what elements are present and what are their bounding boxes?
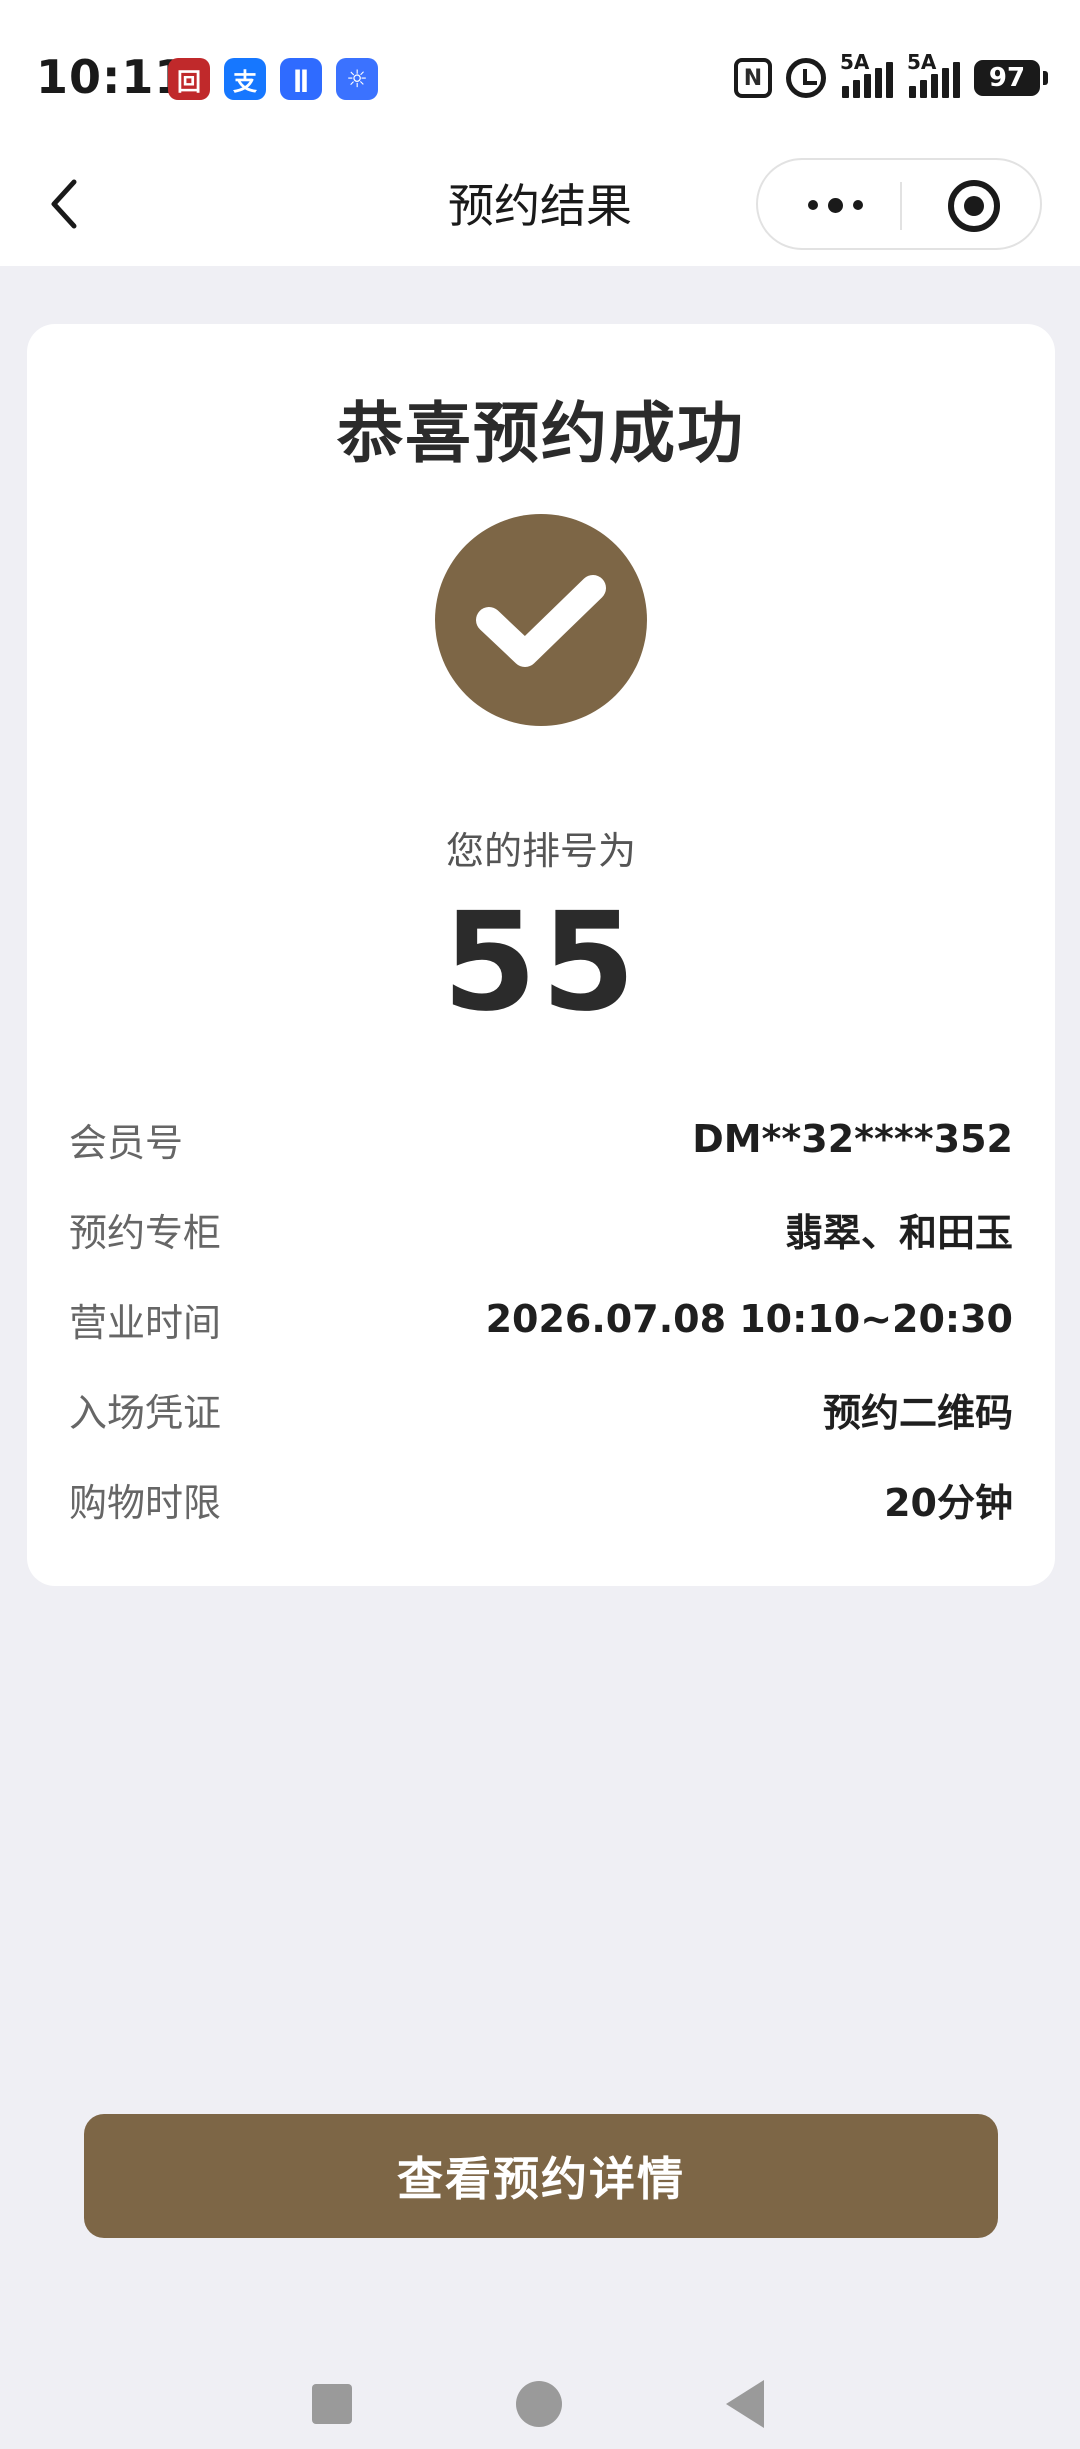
alipay-icon: 支 (224, 58, 266, 100)
recent-apps-button[interactable] (312, 2384, 352, 2424)
detail-label: 入场凭证 (69, 1390, 222, 1435)
view-details-button[interactable]: 查看预约详情 (84, 2114, 998, 2238)
system-icons: N 5A 5A 97 (734, 50, 1048, 98)
detail-row-time-limit: 购物时限 20分钟 (69, 1454, 1013, 1544)
detail-value: 预约二维码 (822, 1390, 1013, 1435)
detail-row-hours: 营业时间 2026.07.08 10:10~20:30 (69, 1274, 1013, 1364)
voice-icon: ǁ (280, 58, 322, 100)
detail-row-member: 会员号 DM**32****352 (69, 1094, 1013, 1184)
miniprogram-capsule (756, 158, 1042, 250)
bank-icon: 回 (168, 58, 210, 100)
battery-icon: 97 (974, 60, 1048, 96)
queue-label: 您的排号为 (445, 829, 636, 873)
notification-icons: 回 支 ǁ ☼ (168, 58, 378, 100)
close-miniprogram-button[interactable] (948, 180, 1000, 232)
success-check-icon (435, 514, 647, 726)
system-nav-bar (0, 2360, 1080, 2449)
alarm-icon (786, 58, 826, 98)
status-bar: 10:11 回 支 ǁ ☼ N 5A 5A 97 (0, 0, 1080, 150)
status-time: 10:11 (36, 50, 188, 104)
home-button[interactable] (516, 2381, 562, 2427)
bulb-icon: ☼ (336, 58, 378, 100)
network-label: 5A (907, 50, 937, 74)
success-headline: 恭喜预约成功 (337, 395, 745, 472)
more-dot (808, 200, 818, 210)
detail-row-counter: 预约专柜 翡翠、和田玉 (69, 1184, 1013, 1274)
detail-label: 购物时限 (69, 1480, 222, 1525)
detail-value: 2026.07.08 10:10~20:30 (485, 1297, 1013, 1341)
detail-value: DM**32****352 (692, 1117, 1013, 1161)
detail-value: 翡翠、和田玉 (784, 1210, 1013, 1255)
result-card: 恭喜预约成功 您的排号为 55 会员号 DM**32****352 预约专柜 翡… (27, 324, 1055, 1586)
nav-bar: 预约结果 (0, 150, 1080, 266)
detail-list: 会员号 DM**32****352 预约专柜 翡翠、和田玉 营业时间 2026.… (69, 1094, 1013, 1544)
checkmark-icon (476, 575, 606, 667)
signal-icon-1: 5A (840, 50, 893, 98)
capsule-divider (900, 182, 902, 230)
network-label: 5A (840, 50, 870, 74)
nfc-icon: N (734, 58, 772, 98)
detail-label: 预约专柜 (69, 1210, 222, 1255)
detail-label: 会员号 (69, 1120, 184, 1165)
detail-label: 营业时间 (69, 1300, 222, 1345)
system-back-button[interactable] (726, 2380, 764, 2428)
detail-row-voucher: 入场凭证 预约二维码 (69, 1364, 1013, 1454)
queue-number: 55 (442, 884, 640, 1042)
more-dot (828, 197, 843, 213)
more-dot (853, 200, 863, 210)
more-button[interactable] (808, 190, 868, 220)
detail-value: 20分钟 (884, 1480, 1013, 1525)
signal-icon-2: 5A (907, 50, 960, 98)
